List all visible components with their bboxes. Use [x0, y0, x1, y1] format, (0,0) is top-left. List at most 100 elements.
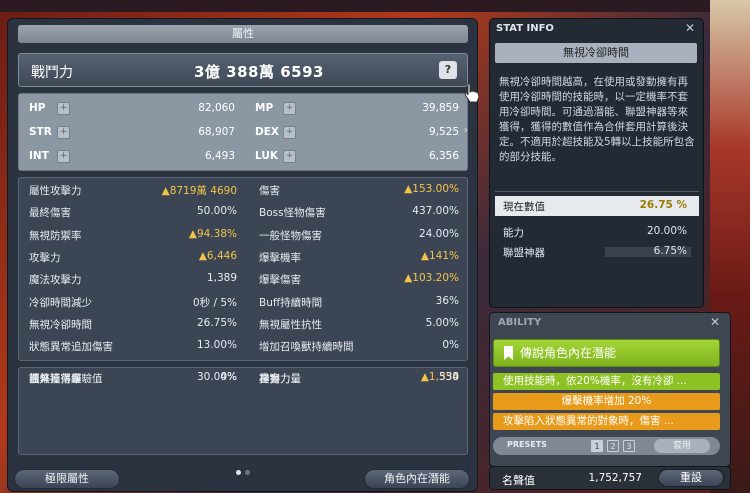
- extra-stats-panel: 楓幣獲得量 4% 星力 334 道具掉落率 0% 神祕力量 ▲1,355 額外獲得經驗值 30.0…: [18, 367, 468, 455]
- stat-name: INT: [29, 150, 49, 162]
- current-value: 26.75 %: [639, 199, 687, 211]
- hyper-stat-button[interactable]: 極限屬性: [14, 469, 120, 489]
- apply-button[interactable]: 套用: [654, 439, 710, 453]
- divider: [495, 191, 699, 192]
- base-stats-panel: HP +82,060 MP +39,859 STR +68,907 DEX +9,525 INT…: [18, 93, 468, 171]
- stat-value: 36%: [435, 294, 459, 307]
- honor-label: 名聲值: [502, 474, 535, 487]
- stat-row: Buff持續時間 36%: [19, 292, 469, 314]
- current-value-row: 現在數值 26.75 %: [495, 196, 699, 216]
- stat-value: 9,525: [428, 126, 459, 138]
- inner-ability-button[interactable]: 角色內在潛能: [364, 469, 470, 489]
- stat-value: ▲153.00%: [404, 183, 459, 195]
- combat-power-value: 3億 388萬 6593: [194, 63, 324, 81]
- source-value: 6.75%: [653, 245, 687, 257]
- stat-info-name: 無視冷卻時間: [495, 43, 697, 63]
- stat-value: 530: [438, 371, 459, 383]
- stat-row: Boss怪物傷害 437.00%: [19, 202, 469, 224]
- plus-icon[interactable]: +: [57, 102, 70, 115]
- base-stat-hp: HP +82,060: [29, 100, 235, 118]
- expand-arrow-icon[interactable]: ›: [460, 123, 472, 139]
- stat-value: ▲103.20%: [404, 272, 459, 285]
- stat-row: 無視屬性抗性 5.00%: [19, 314, 469, 336]
- source-value: 20.00%: [646, 225, 687, 237]
- plus-icon[interactable]: +: [57, 126, 70, 139]
- honor-value: 1,752,757: [588, 472, 642, 484]
- base-stat-int: INT +6,493: [29, 148, 235, 166]
- honor-bar: 名聲值 1,752,757 重設: [489, 466, 731, 490]
- flag-icon: [504, 346, 513, 360]
- stat-value: 30.00%: [196, 371, 237, 383]
- base-stat-dex: DEX +9,525: [255, 124, 459, 142]
- plus-icon[interactable]: +: [283, 150, 296, 163]
- source-label: 聯盟神器: [503, 247, 545, 259]
- plus-icon[interactable]: +: [283, 102, 296, 115]
- ability-grade-banner: 傳說角色內在潛能: [493, 339, 720, 367]
- source-row-union-artifact: 聯盟神器 6.75%: [495, 243, 699, 261]
- presets-bar: PRESETS 1 2 3 套用: [493, 437, 720, 455]
- stat-name: MP: [255, 102, 274, 114]
- stat-name: DEX: [255, 126, 279, 138]
- stat-name: 真實力量: [259, 373, 301, 385]
- page-indicator: [234, 465, 252, 478]
- combat-power-label: 戰鬥力: [31, 65, 73, 81]
- stat-name: 一般怪物傷害: [259, 229, 322, 242]
- base-stat-luk: LUK +6,356: [255, 148, 459, 166]
- source-row-ability: 能力 20.00%: [495, 223, 699, 241]
- ability-line-2: 爆擊機率增加 20%: [493, 393, 720, 410]
- stat-value: 24.00%: [418, 227, 459, 240]
- ability-line-1: 使用技能時，依20%機率，沒有冷卻 ...: [493, 373, 720, 390]
- help-button[interactable]: ?: [439, 61, 457, 79]
- current-value-label: 現在數值: [503, 201, 545, 213]
- source-label: 能力: [503, 227, 524, 239]
- stat-value: 39,859: [422, 102, 459, 114]
- hand-cursor-icon: [464, 83, 480, 103]
- stat-row: 爆擊傷害 ▲103.20%: [19, 269, 469, 291]
- stat-name: 爆擊機率: [259, 251, 301, 264]
- reset-button[interactable]: 重設: [658, 469, 724, 487]
- stat-name: STR: [29, 126, 52, 138]
- preset-3-button[interactable]: 3: [623, 440, 635, 452]
- combat-power-box: 戰鬥力 3億 388萬 6593 ?: [18, 53, 468, 87]
- stat-name: 增加召喚獸持續時間: [259, 341, 354, 354]
- preset-2-button[interactable]: 2: [607, 440, 619, 452]
- page-dot-2[interactable]: [245, 470, 250, 475]
- stat-name: 無視屬性抗性: [259, 318, 322, 331]
- stat-name: Buff持續時間: [259, 296, 323, 309]
- stat-value: 82,060: [198, 102, 235, 114]
- ability-grade-label: 傳說角色內在潛能: [520, 346, 617, 360]
- stat-name: Boss怪物傷害: [259, 207, 326, 220]
- stat-window: 屬性 戰鬥力 3億 388萬 6593 ? HP +82,060 MP +39,859…: [7, 18, 478, 492]
- base-stat-mp: MP +39,859: [255, 100, 459, 118]
- ability-line-3: 攻擊陷入狀態異常的對象時，傷害 ...: [493, 413, 720, 430]
- page-dot-1[interactable]: [236, 470, 241, 475]
- base-stat-str: STR +68,907: [29, 124, 235, 142]
- stat-info-panel: STAT INFO ✕ 無視冷卻時間 無視冷卻時間越高，在使用或發動擁有再使用冷…: [489, 18, 704, 308]
- plus-icon[interactable]: +: [283, 126, 296, 139]
- stat-row: 一般怪物傷害 24.00%: [19, 225, 469, 247]
- stat-name: 額外獲得經驗值: [29, 373, 103, 385]
- plus-icon[interactable]: +: [57, 150, 70, 163]
- stat-info-description: 無視冷卻時間越高，在使用或發動擁有再使用冷卻時間的技能時，以一定機率不套用冷卻時…: [499, 76, 695, 163]
- stat-row: 增加召喚獸持續時間 0%: [19, 336, 469, 358]
- stat-value: ▲141%: [420, 249, 459, 262]
- close-icon[interactable]: ✕: [685, 21, 695, 35]
- preset-1-button[interactable]: 1: [591, 440, 603, 452]
- stat-value: 0%: [442, 339, 459, 352]
- stat-value: 6,493: [204, 150, 235, 162]
- ability-panel: ABILITY ✕ 傳說角色內在潛能 使用技能時，依20%機率，沒有冷卻 ...…: [489, 312, 731, 467]
- stat-value: 68,907: [198, 126, 235, 138]
- stat-value: 5.00%: [425, 316, 459, 329]
- stat-name: 傷害: [259, 185, 280, 197]
- stat-name: LUK: [255, 150, 278, 162]
- stat-row: 爆擊機率 ▲141%: [19, 247, 469, 269]
- stat-window-title[interactable]: 屬性: [18, 25, 468, 43]
- stat-row: 傷害 ▲153.00%: [19, 180, 469, 202]
- stat-value: 6,356: [428, 150, 459, 162]
- stat-name: HP: [29, 102, 46, 114]
- presets-label: PRESETS: [507, 440, 547, 449]
- game-scene-top: [0, 0, 750, 12]
- close-icon[interactable]: ✕: [710, 315, 720, 329]
- stat-info-header: STAT INFO: [496, 23, 554, 34]
- stat-value: 437.00%: [412, 205, 459, 218]
